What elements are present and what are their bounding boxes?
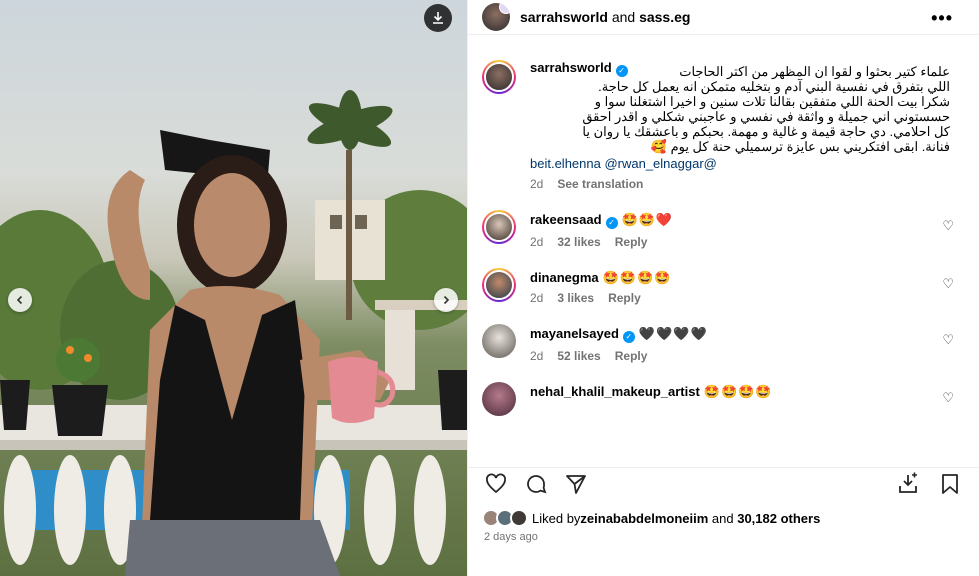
chevron-right-icon — [443, 295, 450, 305]
comment-username[interactable]: rakeensaad — [530, 212, 602, 227]
previous-photo-button[interactable] — [8, 288, 32, 312]
comment-item: mayanelsayed ✓ 🖤🖤🖤🖤 2d 52 likes Reply ♡ — [468, 324, 979, 364]
comment-text: 🤩🤩🤩🤩 — [703, 384, 773, 399]
comment-age: 2d — [530, 349, 544, 363]
bookmark-icon[interactable] — [938, 472, 962, 496]
likers-avatars — [482, 509, 532, 527]
comment-icon[interactable] — [524, 472, 548, 496]
reply-button[interactable]: Reply — [615, 235, 648, 249]
comment-body: nehal_khalil_makeup_artist 🤩🤩🤩🤩 — [530, 382, 950, 416]
caption-username[interactable]: sarrahsworld — [530, 60, 612, 75]
liked-by-username[interactable]: zeinababdelmoneiim — [580, 511, 708, 526]
share-icon[interactable] — [564, 472, 588, 496]
comment-age: 2d — [530, 291, 544, 305]
likes-summary[interactable]: Liked by zeinababdelmoneiim and 30,182 o… — [482, 509, 820, 527]
caption-line: شكرا بيت الحنة اللي متفقين بقالنا تلات س… — [594, 94, 950, 109]
like-comment-heart-icon[interactable]: ♡ — [942, 390, 954, 406]
comment-body: rakeensaad ✓ 🤩🤩❤️ 2d 32 likes Reply — [530, 210, 950, 250]
download-icon — [433, 12, 443, 24]
verified-badge-icon: ✓ — [615, 65, 628, 77]
post-authors: sarrahsworld and sass.eg — [520, 9, 690, 25]
comment-text: 🤩🤩🤩🤩 — [602, 270, 672, 285]
comment-item: nehal_khalil_makeup_artist 🤩🤩🤩🤩 ♡ — [468, 382, 979, 416]
caption-avatar[interactable] — [482, 60, 516, 94]
comment-text: 🤩🤩❤️ — [621, 212, 674, 227]
verified-badge-icon: ✓ — [605, 217, 618, 229]
caption-body: sarrahsworld ✓ علماء كتير بحثوا و لقوا ان… — [530, 60, 950, 192]
post-date: 2 days ago — [484, 531, 538, 543]
chevron-left-icon — [16, 295, 23, 305]
like-heart-icon[interactable] — [484, 472, 508, 496]
verified-badge-icon: ✓ — [622, 331, 635, 343]
comment-meta: 2d 32 likes Reply — [530, 235, 950, 250]
comment-username[interactable]: nehal_khalil_makeup_artist — [530, 384, 700, 399]
comment-likes[interactable]: 3 likes — [557, 291, 594, 305]
caption-line: فنانة. ابقى افتكريني بس عايزة ترسميلي حن… — [650, 139, 950, 154]
post-photo[interactable] — [0, 0, 467, 576]
reply-button[interactable]: Reply — [608, 291, 641, 305]
photo-scene — [0, 90, 467, 576]
comment-item: rakeensaad ✓ 🤩🤩❤️ 2d 32 likes Reply ♡ — [468, 210, 979, 250]
likes-joiner: and — [708, 510, 738, 526]
next-photo-button[interactable] — [434, 288, 458, 312]
more-options-icon[interactable]: ••• — [931, 8, 953, 29]
caption-mentions[interactable]: beit.elhenna @rwan_elnaggar@ — [530, 156, 950, 171]
likes-prefix: Liked by — [532, 510, 581, 526]
comment-age: 2d — [530, 235, 544, 249]
post-header: sarrahsworld and sass.eg ••• — [468, 0, 979, 35]
caption-line: كل احلامي. دي حاجة قيمة و غالية و مهمة. … — [582, 124, 950, 139]
post-details-panel: sarrahsworld and sass.eg ••• sarrahsworl… — [467, 0, 979, 576]
comment-meta: 2d 52 likes Reply — [530, 349, 950, 364]
comment-avatar[interactable] — [482, 382, 516, 416]
comment-item: dinanegma 🤩🤩🤩🤩 2d 3 likes Reply ♡ — [468, 268, 979, 306]
download-button[interactable] — [424, 4, 452, 32]
caption-line: اللي بتفرق في نفسية البني آدم و بتخليه م… — [598, 79, 950, 94]
like-comment-heart-icon[interactable]: ♡ — [942, 332, 954, 348]
post-actions-bar — [468, 467, 979, 499]
likes-count[interactable]: 30,182 others — [737, 511, 820, 526]
comment-likes[interactable]: 32 likes — [557, 235, 600, 249]
like-comment-heart-icon[interactable]: ♡ — [942, 276, 954, 292]
comments-list[interactable]: sarrahsworld ✓ علماء كتير بحثوا و لقوا ان… — [468, 56, 979, 460]
comment-meta: 2d 3 likes Reply — [530, 291, 950, 306]
caption-age: 2d — [530, 177, 544, 191]
reply-button[interactable]: Reply — [615, 349, 648, 363]
see-translation-link[interactable]: See translation — [557, 177, 643, 191]
authors-joiner: and — [607, 9, 640, 25]
collab-username[interactable]: sass.eg — [639, 9, 690, 25]
comment-avatar[interactable] — [482, 268, 516, 302]
like-comment-heart-icon[interactable]: ♡ — [942, 218, 954, 234]
author-username[interactable]: sarrahsworld — [520, 9, 608, 25]
caption: sarrahsworld ✓ علماء كتير بحثوا و لقوا ان… — [468, 60, 979, 192]
comment-avatar[interactable] — [482, 324, 516, 358]
comment-likes[interactable]: 52 likes — [557, 349, 600, 363]
comment-body: mayanelsayed ✓ 🖤🖤🖤🖤 2d 52 likes Reply — [530, 324, 950, 364]
author-avatar[interactable] — [482, 3, 510, 31]
save-to-collection-icon[interactable] — [896, 472, 920, 496]
comment-text: 🖤🖤🖤🖤 — [638, 326, 708, 341]
caption-line: حسستوني اني جميلة و واثقة في نفسي و عاجب… — [582, 109, 950, 124]
comment-body: dinanegma 🤩🤩🤩🤩 2d 3 likes Reply — [530, 268, 950, 306]
comment-username[interactable]: mayanelsayed — [530, 326, 619, 341]
caption-meta: 2d See translation — [530, 177, 950, 192]
caption-text: علماء كتير بحثوا و لقوا ان المظهر من اكت… — [530, 64, 950, 154]
comment-avatar[interactable] — [482, 210, 516, 244]
comment-username[interactable]: dinanegma — [530, 270, 599, 285]
